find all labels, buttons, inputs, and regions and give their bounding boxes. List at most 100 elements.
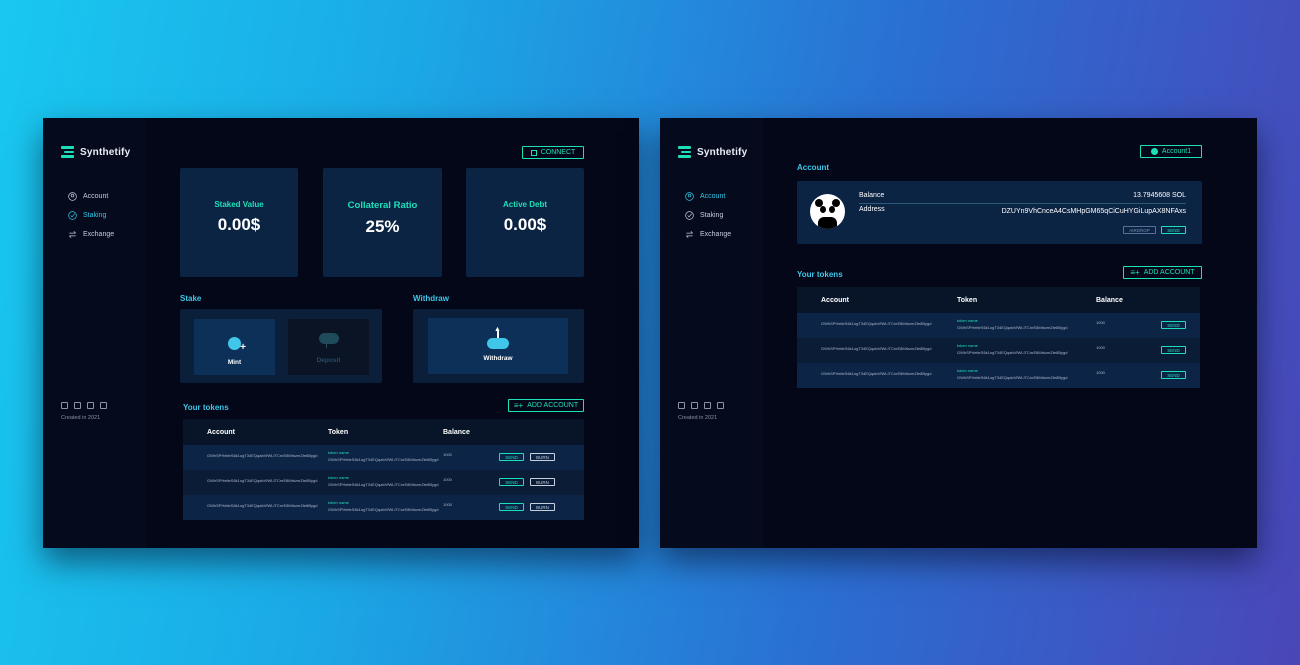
deposit-button[interactable]: Deposit bbox=[288, 319, 369, 375]
row-token-address: GWhSPHeiteS6k1ogT34EQqabVfWLITCnrE8Mrkzm… bbox=[957, 325, 1068, 330]
user-icon bbox=[685, 192, 694, 201]
twitter-icon[interactable] bbox=[691, 402, 698, 409]
sidebar: Synthetify Account Staking Exchange Crea… bbox=[43, 118, 146, 548]
linkedin-icon[interactable] bbox=[61, 402, 68, 409]
table-header: Account Token Balance bbox=[183, 419, 584, 445]
tokens-table: Account Token Balance GWhSPHeiteS6k1ogT3… bbox=[797, 287, 1200, 388]
deposit-label: Deposit bbox=[316, 357, 341, 364]
add-account-button[interactable]: ≡+ ADD ACCOUNT bbox=[508, 399, 584, 412]
sidebar-item-label: Exchange bbox=[700, 231, 732, 238]
account-panel: Balance 13.7945608 SOL Address DZUYn9VhC… bbox=[797, 181, 1202, 244]
sidebar-item-staking[interactable]: Staking bbox=[685, 206, 731, 225]
social-links bbox=[678, 402, 724, 409]
send-button[interactable]: SEND bbox=[499, 453, 524, 461]
row-account: GWhSPHeiteS6k1ogT34EQqabVfWLITCnrE8Mrkzm… bbox=[821, 321, 932, 326]
send-button[interactable]: SEND bbox=[1161, 346, 1186, 354]
table-row: GWhSPHeiteS6k1ogT34EQqabVfWLITCnrE8Mrkzm… bbox=[183, 445, 584, 470]
sidebar: Synthetify Account Staking Exchange Crea… bbox=[660, 118, 763, 548]
linkedin-icon[interactable] bbox=[678, 402, 685, 409]
burn-button[interactable]: BURN bbox=[530, 478, 555, 486]
sidebar-nav: Account Staking Exchange bbox=[68, 187, 114, 244]
created-text: Created in 2021 bbox=[61, 415, 101, 421]
youtube-icon[interactable] bbox=[704, 402, 711, 409]
row-token-address: GWhSPHeiteS6k1ogT34EQqabVfWLITCnrE8Mrkzm… bbox=[957, 350, 1068, 355]
row-balance: 1000 bbox=[1096, 370, 1105, 375]
social-links bbox=[61, 402, 107, 409]
sidebar-item-staking[interactable]: Staking bbox=[68, 206, 114, 225]
address-value: DZUYn9VhCnceA4CsMHpGM65qCiCuHYGiLupAX8NF… bbox=[1001, 208, 1186, 215]
staked-value-card: Staked Value 0.00$ bbox=[180, 168, 298, 277]
sidebar-item-label: Account bbox=[83, 193, 109, 200]
logo[interactable]: Synthetify bbox=[61, 146, 131, 159]
mint-label: Mint bbox=[227, 359, 242, 366]
card-value: 25% bbox=[365, 217, 400, 236]
twitter-icon[interactable] bbox=[74, 402, 81, 409]
account-dot-icon bbox=[1150, 148, 1158, 155]
burn-button[interactable]: BURN bbox=[530, 453, 555, 461]
burn-button[interactable]: BURN bbox=[530, 503, 555, 511]
card-label: Active Debt bbox=[502, 200, 547, 209]
connect-button[interactable]: CONNECT bbox=[522, 146, 584, 159]
row-balance: 1000 bbox=[1096, 345, 1105, 350]
sidebar-item-account[interactable]: Account bbox=[685, 187, 731, 206]
mint-icon: + bbox=[228, 337, 246, 353]
column-header-token: Token bbox=[957, 296, 978, 304]
row-account: GWhSPHeiteS6k1ogT34EQqabVfWLITCnrE8Mrkzm… bbox=[207, 503, 318, 508]
staking-window: Synthetify Account Staking Exchange Crea… bbox=[43, 118, 639, 548]
row-token-name: token name bbox=[957, 318, 978, 323]
add-account-label: ADD ACCOUNT bbox=[1143, 269, 1195, 276]
sidebar-item-exchange[interactable]: Exchange bbox=[685, 225, 731, 244]
connect-label: CONNECT bbox=[540, 149, 576, 156]
logo[interactable]: Synthetify bbox=[678, 146, 748, 159]
airdrop-button[interactable]: AIRDROP bbox=[1123, 226, 1156, 234]
github-icon[interactable] bbox=[717, 402, 724, 409]
sidebar-nav: Account Staking Exchange bbox=[685, 187, 731, 244]
row-token-name: token name bbox=[328, 475, 349, 480]
your-tokens-title: Your tokens bbox=[797, 270, 843, 279]
brand-name: Synthetify bbox=[80, 146, 131, 158]
send-button[interactable]: SEND bbox=[1161, 226, 1186, 234]
row-account: GWhSPHeiteS6k1ogT34EQqabVfWLITCnrE8Mrkzm… bbox=[207, 478, 318, 483]
account-selector-label: Account1 bbox=[1161, 148, 1192, 155]
send-button[interactable]: SEND bbox=[499, 478, 524, 486]
column-header-token: Token bbox=[328, 428, 349, 436]
row-token-address: GWhSPHeiteS6k1ogT34EQqabVfWLITCnrE8Mrkzm… bbox=[328, 457, 439, 462]
account-selector-button[interactable]: Account1 bbox=[1140, 145, 1202, 158]
table-header: Account Token Balance bbox=[797, 287, 1200, 313]
staking-icon bbox=[68, 211, 77, 220]
account-title: Account bbox=[797, 163, 829, 172]
active-debt-card: Active Debt 0.00$ bbox=[466, 168, 584, 277]
github-icon[interactable] bbox=[100, 402, 107, 409]
staking-icon bbox=[685, 211, 694, 220]
youtube-icon[interactable] bbox=[87, 402, 94, 409]
row-balance: 1000 bbox=[443, 477, 452, 482]
mint-button[interactable]: + Mint bbox=[194, 319, 275, 375]
row-account: GWhSPHeiteS6k1ogT34EQqabVfWLITCnrE8Mrkzm… bbox=[207, 453, 318, 458]
table-row: GWhSPHeiteS6k1ogT34EQqabVfWLITCnrE8Mrkzm… bbox=[797, 313, 1200, 338]
sidebar-item-account[interactable]: Account bbox=[68, 187, 114, 206]
send-button[interactable]: SEND bbox=[1161, 321, 1186, 329]
send-button[interactable]: SEND bbox=[1161, 371, 1186, 379]
divider bbox=[859, 203, 1186, 204]
card-label: Staked Value bbox=[214, 200, 264, 209]
send-button[interactable]: SEND bbox=[499, 503, 524, 511]
add-account-button[interactable]: ≡+ ADD ACCOUNT bbox=[1123, 266, 1202, 279]
sidebar-item-label: Account bbox=[700, 193, 726, 200]
stake-title: Stake bbox=[180, 294, 202, 303]
synthetify-logo-icon bbox=[61, 146, 74, 159]
row-token-address: GWhSPHeiteS6k1ogT34EQqabVfWLITCnrE8Mrkzm… bbox=[328, 482, 439, 487]
withdraw-panel: ▲ Withdraw bbox=[413, 309, 584, 383]
collateral-ratio-card: Collateral Ratio 25% bbox=[323, 168, 442, 277]
card-label: Collateral Ratio bbox=[347, 200, 418, 211]
brand-name: Synthetify bbox=[697, 146, 748, 158]
card-value: 0.00$ bbox=[503, 215, 547, 234]
row-account: GWhSPHeiteS6k1ogT34EQqabVfWLITCnrE8Mrkzm… bbox=[821, 371, 932, 376]
sidebar-item-label: Exchange bbox=[83, 231, 115, 238]
withdraw-button[interactable]: ▲ Withdraw bbox=[428, 318, 568, 374]
exchange-icon bbox=[686, 231, 693, 238]
withdraw-label: Withdraw bbox=[483, 355, 513, 362]
table-row: GWhSPHeiteS6k1ogT34EQqabVfWLITCnrE8Mrkzm… bbox=[797, 338, 1200, 363]
row-token-name: token name bbox=[328, 450, 349, 455]
row-token-name: token name bbox=[328, 500, 349, 505]
sidebar-item-exchange[interactable]: Exchange bbox=[68, 225, 114, 244]
